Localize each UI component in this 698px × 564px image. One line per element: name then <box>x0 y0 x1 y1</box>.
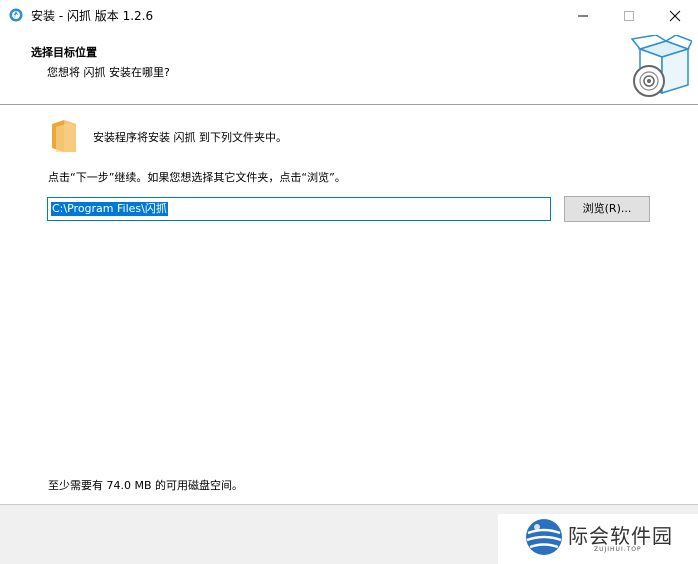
setup-box-disc-icon <box>630 35 692 97</box>
wizard-header: 选择目标位置 您想将 闪抓 安装在哪里? <box>0 31 698 104</box>
close-button[interactable] <box>652 0 698 31</box>
page-title: 选择目标位置 <box>31 46 97 59</box>
folder-icon <box>52 120 76 152</box>
instruction-text: 点击“下一步”继续。如果您想选择其它文件夹，点击“浏览”。 <box>48 171 346 184</box>
install-path-value: C:\Program Files\闪抓 <box>51 202 168 216</box>
disk-space-text: 至少需要有 74.0 MB 的可用磁盘空间。 <box>48 479 244 492</box>
globe-logo-icon <box>526 519 562 555</box>
browse-button[interactable]: 浏览(R)... <box>564 196 650 222</box>
close-icon <box>669 10 681 22</box>
title-bar: 安装 - 闪抓 版本 1.2.6 <box>0 0 698 31</box>
window-title: 安装 - 闪抓 版本 1.2.6 <box>31 9 154 23</box>
watermark-name: 际会软件园 <box>568 524 673 548</box>
intro-text: 安装程序将安装 闪抓 到下列文件夹中。 <box>93 131 287 144</box>
installer-window: 安装 - 闪抓 版本 1.2.6 选择目标位置 您想将 闪抓 安装在哪里? 安装… <box>0 0 698 564</box>
minimize-button[interactable] <box>560 0 606 31</box>
maximize-icon <box>624 11 634 21</box>
install-path-input[interactable]: C:\Program Files\闪抓 <box>47 197 551 221</box>
header-divider <box>0 104 698 105</box>
page-subtitle: 您想将 闪抓 安装在哪里? <box>47 66 170 79</box>
watermark: 际会软件园 ZUJIHUI.TOP <box>498 514 698 564</box>
app-logo-icon <box>9 8 23 22</box>
minimize-icon <box>578 15 588 17</box>
watermark-subtitle: ZUJIHUI.TOP <box>594 546 642 553</box>
maximize-button[interactable] <box>606 0 652 31</box>
